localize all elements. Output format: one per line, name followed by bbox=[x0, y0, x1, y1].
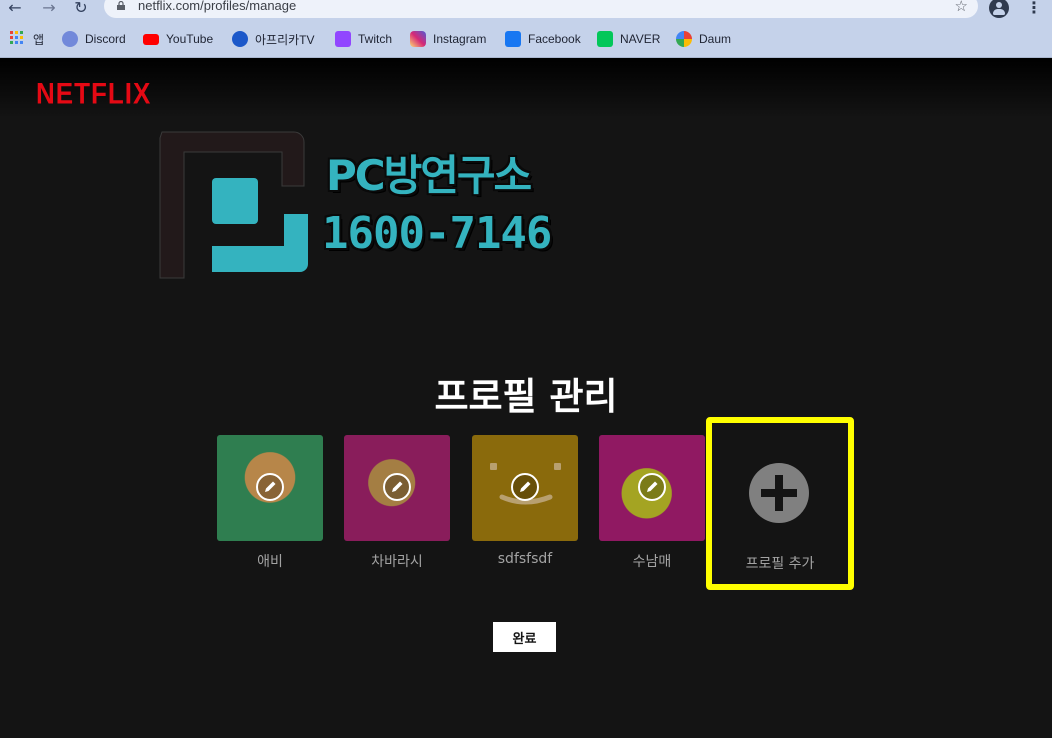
daum-icon bbox=[676, 31, 692, 47]
profile-item[interactable]: 차바라시 bbox=[344, 435, 450, 571]
add-profile-button[interactable]: 프로필 추가 bbox=[706, 417, 854, 590]
plus-circle-icon[interactable] bbox=[749, 463, 809, 523]
back-arrow-icon[interactable]: ← bbox=[4, 0, 26, 18]
discord-icon bbox=[62, 31, 78, 47]
bookmark-label: 아프리카TV bbox=[255, 32, 315, 47]
header-gradient bbox=[0, 58, 1052, 118]
address-bar[interactable]: netflix.com/profiles/manage ☆ bbox=[104, 0, 978, 18]
page-title: 프로필 관리 bbox=[434, 375, 618, 418]
apps-grid-icon bbox=[10, 31, 26, 47]
profile-avatar[interactable] bbox=[217, 435, 323, 541]
twitch-icon bbox=[335, 31, 351, 47]
kebab-menu-icon[interactable]: ⋮ bbox=[1026, 0, 1042, 17]
afreecatv-icon bbox=[232, 31, 248, 47]
profile-name: 수남매 bbox=[632, 554, 672, 570]
bookmark-label: YouTube bbox=[166, 32, 214, 46]
bookmark-label: Twitch bbox=[358, 32, 393, 46]
facebook-icon bbox=[505, 31, 521, 47]
bookmark-label: Facebook bbox=[528, 32, 581, 46]
bookmark-daum[interactable]: Daum bbox=[676, 30, 731, 48]
profile-avatar[interactable] bbox=[472, 435, 578, 541]
profile-name: sdfsfsdf bbox=[497, 551, 553, 567]
naver-icon bbox=[597, 31, 613, 47]
instagram-icon bbox=[410, 31, 426, 47]
bookmark-label: Discord bbox=[85, 32, 126, 46]
url-text: netflix.com/profiles/manage bbox=[138, 0, 297, 13]
profile-name: 애비 bbox=[257, 554, 283, 570]
netflix-logo[interactable]: NETFLIX bbox=[36, 76, 151, 112]
bookmark-apps[interactable]: 앱 bbox=[10, 30, 44, 48]
add-profile-label: 프로필 추가 bbox=[745, 556, 815, 572]
profile-avatar[interactable] bbox=[344, 435, 450, 541]
reload-icon[interactable]: ↻ bbox=[70, 0, 92, 18]
profile-name: 차바라시 bbox=[371, 554, 423, 570]
bookmark-instagram[interactable]: Instagram bbox=[410, 30, 486, 48]
bookmark-afreecatv[interactable]: 아프리카TV bbox=[232, 30, 315, 48]
bookmarks-bar: 앱 Discord YouTube 아프리카TV Twitch Instagra… bbox=[0, 22, 1052, 58]
pencil-icon[interactable] bbox=[511, 473, 539, 501]
bookmark-star-icon[interactable]: ☆ bbox=[955, 0, 968, 15]
bookmark-youtube[interactable]: YouTube bbox=[143, 30, 213, 48]
pc-lab-logo-icon bbox=[159, 131, 308, 279]
ad-phone-number: 1600-7146 bbox=[322, 208, 552, 259]
profile-avatar[interactable] bbox=[599, 435, 705, 541]
pencil-icon[interactable] bbox=[383, 473, 411, 501]
browser-toolbar: ← → ↻ netflix.com/profiles/manage ☆ ⋮ bbox=[0, 0, 1052, 22]
pencil-icon[interactable] bbox=[256, 473, 284, 501]
bookmark-label: Daum bbox=[699, 32, 732, 46]
account-icon[interactable] bbox=[989, 0, 1009, 18]
bookmark-label: NAVER bbox=[620, 32, 661, 46]
bookmark-naver[interactable]: NAVER bbox=[597, 30, 660, 48]
ad-title: PC방연구소 bbox=[326, 151, 532, 200]
bookmark-facebook[interactable]: Facebook bbox=[505, 30, 581, 48]
lock-icon bbox=[117, 1, 125, 10]
youtube-icon bbox=[143, 33, 159, 45]
bookmark-label: 앱 bbox=[33, 32, 45, 47]
profile-item[interactable]: sdfsfsdf bbox=[472, 435, 578, 567]
profile-item[interactable]: 애비 bbox=[217, 435, 323, 571]
pencil-icon[interactable] bbox=[638, 473, 666, 501]
bookmark-discord[interactable]: Discord bbox=[62, 30, 126, 48]
bookmark-twitch[interactable]: Twitch bbox=[335, 30, 392, 48]
profile-item[interactable]: 수남매 bbox=[599, 435, 705, 571]
bookmark-label: Instagram bbox=[433, 32, 487, 46]
forward-arrow-icon[interactable]: → bbox=[38, 0, 60, 18]
done-button[interactable]: 완료 bbox=[493, 622, 556, 652]
